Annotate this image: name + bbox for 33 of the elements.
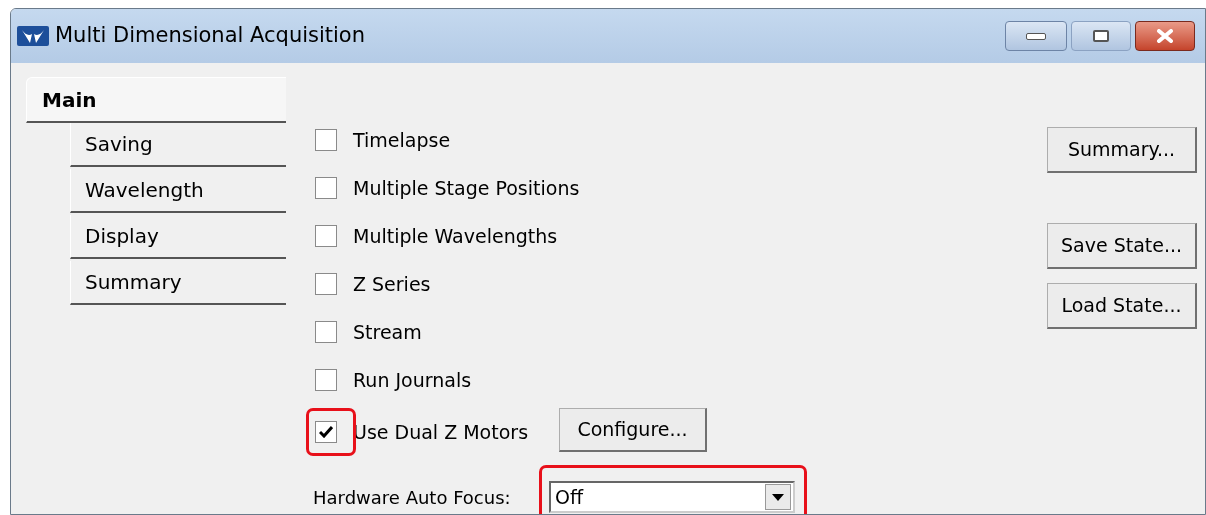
checkbox[interactable] bbox=[315, 177, 337, 199]
side-button[interactable]: Summary... bbox=[1047, 127, 1197, 173]
checkbox-label: Run Journals bbox=[353, 367, 472, 393]
checkbox[interactable] bbox=[315, 421, 337, 443]
checkbox[interactable] bbox=[315, 369, 337, 391]
checkbox[interactable] bbox=[315, 129, 337, 151]
checkbox-label: Z Series bbox=[353, 271, 431, 297]
checkbox[interactable] bbox=[315, 321, 337, 343]
checkbox-label: Timelapse bbox=[353, 127, 451, 153]
close-button[interactable] bbox=[1135, 21, 1195, 51]
maximize-icon bbox=[1093, 30, 1109, 42]
side-button[interactable]: Save State... bbox=[1047, 223, 1197, 269]
checkbox-label: Multiple Stage Positions bbox=[353, 175, 580, 201]
dropdown[interactable]: Off bbox=[549, 481, 795, 513]
close-icon bbox=[1156, 29, 1174, 43]
field-label: Hardware Auto Focus: bbox=[313, 485, 512, 510]
maximize-button[interactable] bbox=[1071, 21, 1131, 51]
configure-button[interactable]: Configure... bbox=[559, 408, 707, 452]
app-logo-icon bbox=[17, 25, 49, 47]
checkbox[interactable] bbox=[315, 225, 337, 247]
checkmark-icon bbox=[319, 426, 333, 438]
checkbox-label: Stream bbox=[353, 319, 422, 345]
tab[interactable]: Main bbox=[26, 77, 286, 123]
checkbox-label: Multiple Wavelengths bbox=[353, 223, 558, 249]
minimize-button[interactable] bbox=[1005, 21, 1067, 51]
side-button[interactable]: Load State... bbox=[1047, 283, 1197, 329]
tab[interactable]: Wavelength bbox=[70, 169, 286, 213]
window-title: Multi Dimensional Acquisition bbox=[55, 22, 366, 50]
minimize-icon bbox=[1026, 32, 1046, 40]
tab[interactable]: Display bbox=[70, 215, 286, 259]
checkbox[interactable] bbox=[315, 273, 337, 295]
tab[interactable]: Summary bbox=[70, 261, 286, 305]
tab[interactable]: Saving bbox=[70, 123, 286, 167]
